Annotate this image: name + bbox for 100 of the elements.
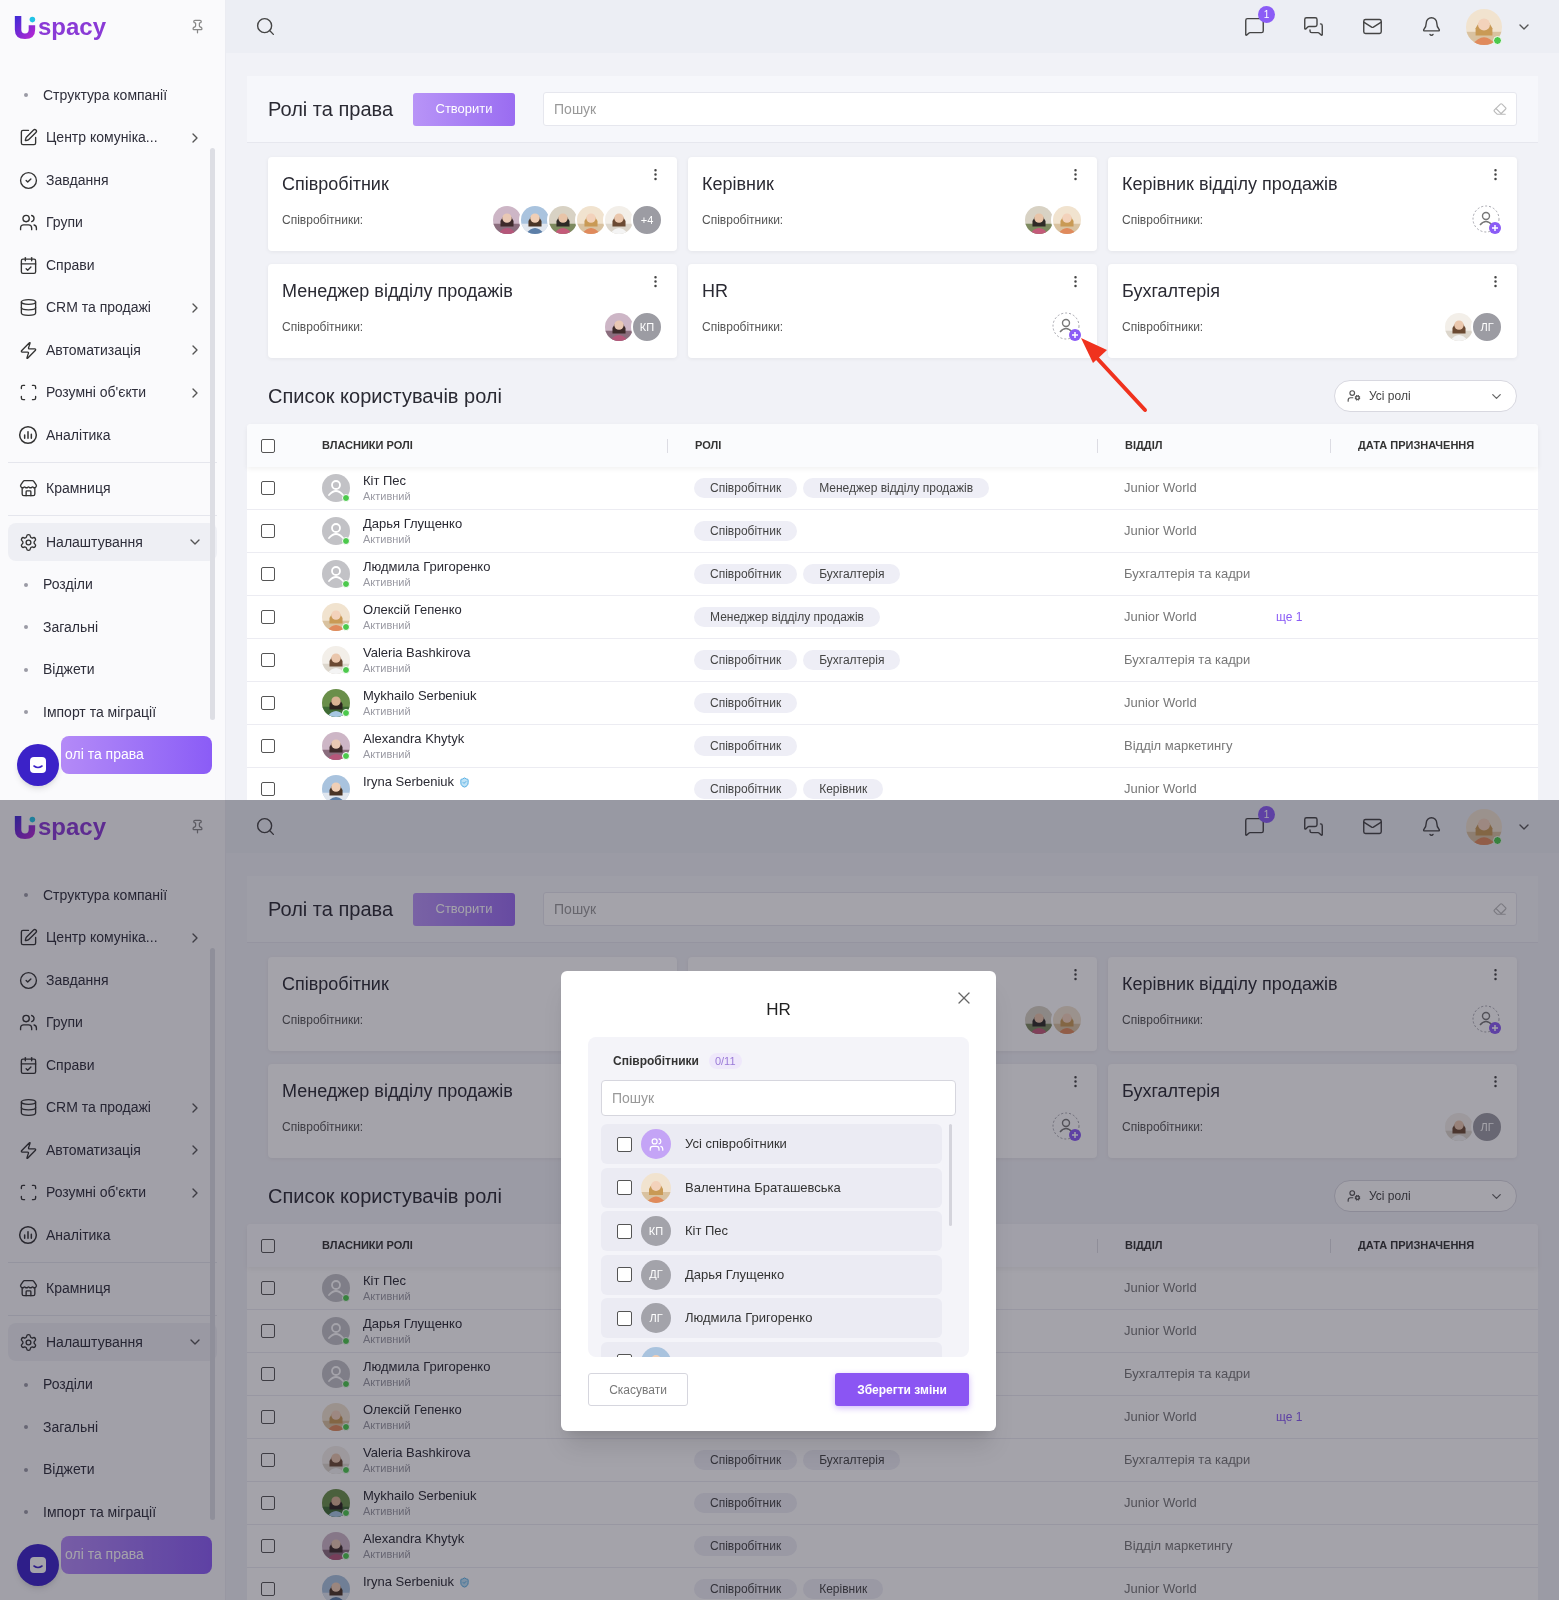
user-name[interactable]: Valeria Bashkirova (363, 645, 471, 661)
nav-item[interactable]: Автоматизація (8, 331, 217, 370)
checkbox[interactable] (261, 438, 275, 453)
user-name[interactable]: Alexandra Khytyk (363, 731, 465, 747)
checkbox[interactable] (261, 1410, 275, 1424)
search-field[interactable]: Пошук (543, 92, 1517, 126)
nav-item[interactable]: Крамниця (8, 1269, 217, 1308)
checkbox[interactable] (261, 696, 275, 710)
user-name[interactable]: Дарья Глущенко (363, 516, 463, 532)
role-card[interactable]: Менеджер відділу продажів Співробітники: КП (268, 264, 677, 358)
table-row[interactable]: Alexandra Khytyk Активний Співробітник Відділ маркетингу (247, 1525, 1538, 1568)
user-name[interactable]: Mykhailo Serbeniuk (363, 1488, 477, 1504)
nav-item[interactable]: Завдання (8, 161, 217, 200)
add-user-icon[interactable] (1051, 311, 1083, 343)
checkbox[interactable] (261, 653, 275, 667)
table-row[interactable]: Кіт Пес Активний Співробітник Менеджер відділу продажів Junior World (247, 467, 1538, 510)
checkbox[interactable] (261, 610, 275, 624)
checkbox[interactable] (261, 782, 275, 796)
nav-item[interactable]: Групи (8, 1003, 217, 1042)
user-name[interactable]: Iryna Serbeniuk (363, 774, 455, 790)
search-icon[interactable] (255, 816, 276, 837)
checkbox[interactable] (617, 1136, 632, 1152)
pin-icon[interactable] (190, 19, 205, 34)
table-row[interactable]: Дарья Глущенко Активний Співробітник Junior World (247, 510, 1538, 553)
checkbox[interactable] (261, 1324, 275, 1338)
roles-filter[interactable]: Усі ролі (1334, 1180, 1517, 1212)
nav-item[interactable]: Завдання (8, 961, 217, 1000)
nav-item[interactable]: Центр комуніка... (8, 918, 217, 957)
employee-option[interactable]: ЛГ Людмила Григоренко (601, 1298, 942, 1338)
search-field[interactable]: Пошук (601, 1080, 956, 1116)
save-button[interactable]: Зберегти зміни (835, 1373, 969, 1406)
checkbox[interactable] (261, 1281, 275, 1295)
checkbox[interactable] (261, 1582, 275, 1596)
checkbox[interactable] (617, 1180, 632, 1195)
employee-option[interactable]: Валентина Браташевська (601, 1167, 942, 1208)
checkbox[interactable] (261, 481, 275, 495)
nav-item[interactable]: Структура компанії (8, 876, 217, 915)
nav-item[interactable]: CRM та продажі (8, 1088, 217, 1127)
nav-item[interactable]: Справи (8, 1046, 217, 1085)
user-name[interactable]: Iryna Serbeniuk (363, 1574, 455, 1590)
roles-filter[interactable]: Усі ролі (1334, 380, 1517, 412)
table-row[interactable]: Alexandra Khytyk Активний Співробітник Відділ маркетингу (247, 725, 1538, 768)
user-name[interactable]: Alexandra Khytyk (363, 1531, 465, 1547)
role-card[interactable]: Бухгалтерія Співробітники: ЛГ (1108, 1064, 1517, 1158)
user-name[interactable]: Кіт Пес (363, 473, 407, 489)
bell-icon[interactable] (1421, 816, 1442, 837)
checkbox[interactable] (617, 1310, 632, 1326)
nav-item[interactable]: Аналітика (8, 1216, 217, 1255)
user-name[interactable]: Дарья Глущенко (363, 1316, 463, 1332)
more-link[interactable]: ще 1 (1276, 608, 1303, 626)
user-name[interactable]: Mykhailo Serbeniuk (363, 688, 477, 704)
mail-icon[interactable] (1362, 816, 1383, 837)
table-row[interactable]: Valeria Bashkirova Активний Співробітник Бухгалтерія Бухгалтерія та кадри (247, 1439, 1538, 1482)
scrollbar[interactable] (949, 1124, 952, 1226)
add-user-icon[interactable] (1471, 1004, 1503, 1036)
checkbox[interactable] (261, 1453, 275, 1467)
checkbox[interactable] (261, 567, 275, 581)
message-icon[interactable] (1244, 16, 1265, 37)
chat-widget-button[interactable] (17, 744, 59, 786)
nav-item[interactable]: Налаштування (8, 1323, 217, 1362)
bell-icon[interactable] (1421, 16, 1442, 37)
checkbox[interactable] (261, 524, 275, 538)
nav-item[interactable]: Аналітика (8, 416, 217, 455)
checkbox[interactable] (261, 1496, 275, 1510)
user-name[interactable]: Людмила Григоренко (363, 559, 491, 575)
scrollbar[interactable] (210, 148, 215, 720)
checkbox[interactable] (261, 1238, 275, 1253)
user-name[interactable]: Олексій Гепенко (363, 602, 462, 618)
nav-item[interactable]: Крамниця (8, 469, 217, 508)
user-name[interactable]: Кіт Пес (363, 1273, 407, 1289)
table-row[interactable]: Mykhailo Serbeniuk Активний Співробітник Junior World (247, 1482, 1538, 1525)
checkbox[interactable] (261, 1539, 275, 1553)
role-card[interactable]: HR Співробітники: (688, 264, 1097, 358)
cancel-button[interactable]: Скасувати (588, 1373, 688, 1406)
nav-item[interactable]: CRM та продажі (8, 288, 217, 327)
nav-item[interactable]: Структура компанії (8, 76, 217, 115)
role-card[interactable]: Керівник відділу продажів Співробітники: (1108, 957, 1517, 1051)
table-row[interactable]: Олексій Гепенко Активний Менеджер відділу продажів Junior World ще 1 (247, 596, 1538, 639)
chats-icon[interactable] (1303, 816, 1324, 837)
nav-item[interactable]: Групи (8, 203, 217, 242)
add-user-icon[interactable] (1471, 204, 1503, 236)
user-name[interactable]: Олексій Гепенко (363, 1402, 462, 1418)
pin-icon[interactable] (190, 819, 205, 834)
user-name[interactable]: Людмила Григоренко (363, 1359, 491, 1375)
checkbox[interactable] (617, 1267, 632, 1282)
message-icon[interactable] (1244, 816, 1265, 837)
checkbox[interactable] (261, 739, 275, 753)
role-card[interactable]: Керівник Співробітники: (688, 157, 1097, 251)
role-card[interactable]: Керівник відділу продажів Співробітники: (1108, 157, 1517, 251)
employee-option[interactable]: ДГ Дарья Глущенко (601, 1254, 942, 1295)
role-card[interactable]: Співробітник Співробітники: +4 (268, 157, 677, 251)
nav-item[interactable]: Центр комуніка... (8, 118, 217, 157)
checkbox[interactable] (617, 1223, 632, 1239)
table-row[interactable]: Людмила Григоренко Активний Співробітник Бухгалтерія Бухгалтерія та кадри (247, 553, 1538, 596)
nav-item[interactable]: Автоматизація (8, 1131, 217, 1170)
table-row[interactable]: Mykhailo Serbeniuk Активний Співробітник Junior World (247, 682, 1538, 725)
user-name[interactable]: Valeria Bashkirova (363, 1445, 471, 1461)
search-field[interactable]: Пошук (543, 892, 1517, 926)
employee-option[interactable]: КП Кіт Пес (601, 1211, 942, 1251)
checkbox[interactable] (261, 1367, 275, 1381)
